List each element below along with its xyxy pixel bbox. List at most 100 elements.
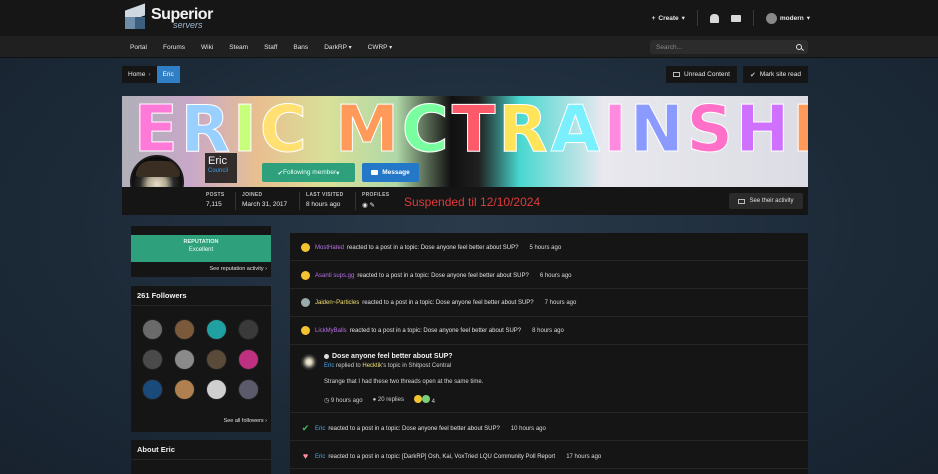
divider: [299, 192, 300, 210]
laugh-reaction-icon: [301, 271, 310, 280]
check-icon: ✔: [749, 71, 756, 79]
follower-avatar[interactable]: [238, 319, 259, 340]
about-title: About Eric: [131, 440, 271, 460]
unread-dot-icon: [324, 354, 329, 359]
plus-icon: +: [651, 14, 656, 22]
user-avatar: [765, 12, 777, 24]
site-logo[interactable]: Superior servers: [122, 3, 213, 32]
following-member-button[interactable]: ✔ Following member ▾: [262, 163, 355, 182]
notifications-bell-icon[interactable]: [709, 13, 719, 23]
nav-bans[interactable]: Bans: [285, 44, 316, 51]
avatar-hat: [136, 161, 180, 177]
follower-avatar[interactable]: [142, 319, 163, 340]
see-all-followers-link[interactable]: See all followers ›: [224, 418, 267, 424]
heart-reaction-icon: ♥: [302, 451, 309, 461]
laugh-reaction-icon: [301, 326, 310, 335]
reputation-badge: REPUTATION Excellent: [131, 235, 271, 262]
reaction-icon: [421, 395, 430, 403]
stat-posts: POSTS 7,115: [206, 192, 225, 208]
follower-avatar[interactable]: [174, 319, 195, 340]
inbox-icon: [673, 72, 681, 77]
breadcrumb-current[interactable]: Eric: [156, 66, 180, 83]
divider: [355, 192, 356, 210]
steam-icon[interactable]: ◉: [362, 202, 368, 209]
see-activity-button[interactable]: See their activity: [729, 193, 803, 209]
follower-avatar[interactable]: [206, 349, 227, 370]
messages-mail-icon[interactable]: [730, 14, 741, 22]
follower-avatar[interactable]: [206, 319, 227, 340]
see-reputation-link[interactable]: See reputation activity ›: [210, 266, 268, 272]
envelope-icon: [371, 170, 379, 175]
follower-grid: [142, 319, 259, 400]
post-meta: ◷ 9 hours ago ● 20 replies 4: [324, 395, 435, 405]
followers-widget: 261 Followers See all followers ›: [131, 286, 271, 432]
activity-row: MostHated reacted to a post in a topic: …: [301, 243, 561, 252]
logo-cube-icon: [122, 3, 148, 31]
link-icon[interactable]: ✎: [369, 202, 374, 209]
activity-user[interactable]: Asanti sups.gg: [315, 273, 354, 279]
comment-icon: ●: [372, 397, 377, 403]
activity-row: Asanti sups.gg reacted to a post in a to…: [301, 271, 572, 280]
activity-row: ♥ Eric reacted to a post in a topic: [Da…: [302, 451, 602, 461]
clock-icon: ◷: [324, 397, 330, 404]
post-subline: Eric replied to Hecktik's topic in Shitp…: [324, 363, 452, 369]
reputation-widget: REPUTATION Excellent See reputation acti…: [131, 226, 271, 277]
nav-cwrp[interactable]: CWRP: [360, 44, 401, 51]
activity-user[interactable]: Eric: [315, 454, 325, 460]
stat-joined: JOINED March 31, 2017: [242, 192, 288, 208]
nav-staff[interactable]: Staff: [256, 44, 285, 51]
followers-title: 261 Followers: [131, 286, 271, 306]
chevron-down-icon: ▾: [806, 15, 810, 22]
shrug-reaction-icon: [301, 298, 310, 307]
breadcrumb: Home Eric: [122, 66, 180, 83]
nav-steam[interactable]: Steam: [221, 44, 256, 51]
divider: [696, 10, 698, 26]
profile-name: Eric: [208, 155, 227, 167]
suspended-notice: Suspended til 12/10/2024: [404, 195, 541, 209]
main-nav: Portal Forums Wiki Steam Staff Bans Dark…: [0, 36, 938, 58]
follower-avatar[interactable]: [174, 349, 195, 370]
divider: [752, 10, 754, 26]
search-icon[interactable]: [796, 44, 802, 50]
nav-forums[interactable]: Forums: [155, 44, 193, 51]
activity-user[interactable]: LickMyBalls: [315, 328, 347, 334]
top-header: Superior servers + Create ▾ modern ▾: [0, 0, 938, 36]
follower-avatar[interactable]: [206, 379, 227, 400]
search-placeholder: Search...: [656, 43, 683, 51]
activity-row: Jaiden~Particles reacted to a post in a …: [301, 298, 576, 307]
chevron-down-icon: ▾: [681, 15, 685, 22]
follower-avatar[interactable]: [238, 349, 259, 370]
nav-portal[interactable]: Portal: [122, 44, 155, 51]
follower-avatar[interactable]: [238, 379, 259, 400]
message-button[interactable]: Message: [362, 163, 419, 182]
profile-name-box: Eric Council: [205, 153, 237, 183]
nav-wiki[interactable]: Wiki: [193, 44, 221, 51]
search-input[interactable]: Search...: [650, 40, 808, 54]
follower-avatar[interactable]: [142, 349, 163, 370]
post-body: Strange that I had these two threads ope…: [324, 379, 484, 385]
post-title[interactable]: Dose anyone feel better about SUP?: [324, 353, 453, 360]
post-author-avatar[interactable]: [301, 354, 317, 370]
about-widget: About Eric: [131, 440, 271, 474]
activity-user[interactable]: MostHated: [315, 245, 344, 251]
user-menu-button[interactable]: modern ▾: [765, 12, 810, 24]
breadcrumb-home[interactable]: Home: [122, 66, 157, 83]
activity-icon: [738, 198, 746, 204]
mark-site-read-button[interactable]: ✔ Mark site read: [742, 66, 808, 83]
activity-user[interactable]: Eric: [315, 426, 325, 432]
check-reaction-icon: ✔: [301, 423, 310, 433]
create-button[interactable]: + Create ▾: [651, 14, 685, 23]
reaction-icon: [413, 395, 422, 403]
unread-content-button[interactable]: Unread Content: [666, 66, 737, 83]
divider: [235, 192, 236, 210]
activity-user[interactable]: Jaiden~Particles: [315, 300, 359, 306]
follower-avatar[interactable]: [142, 379, 163, 400]
laugh-reaction-icon: [301, 243, 310, 252]
activity-row: LickMyBalls reacted to a post in a topic…: [301, 326, 564, 335]
follower-avatar[interactable]: [174, 379, 195, 400]
stat-last-visited: LAST VISITED 8 hours ago: [306, 192, 344, 208]
nav-darkrp[interactable]: DarkRP: [316, 44, 359, 51]
stat-profiles: PROFILES ◉ ✎: [362, 192, 390, 209]
activity-row: ✔ Eric reacted to a post in a topic: Dos…: [301, 423, 546, 433]
profile-title: Council: [208, 168, 229, 174]
